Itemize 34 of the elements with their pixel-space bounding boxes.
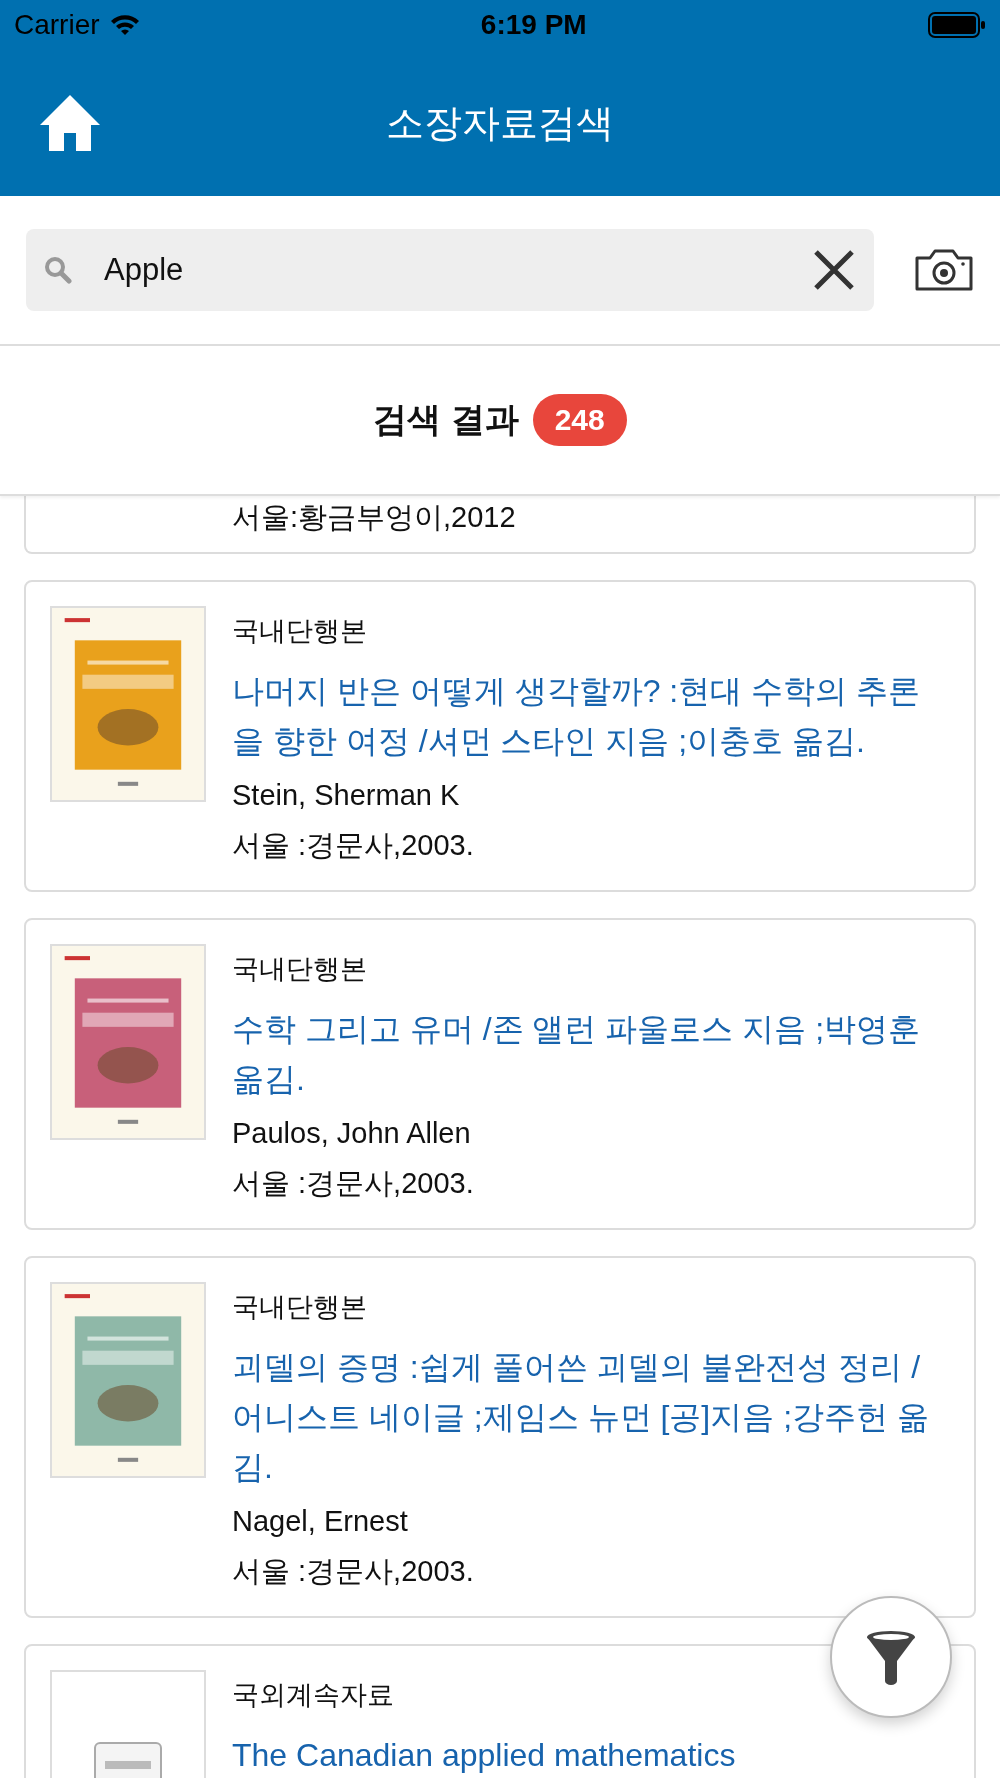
carrier-label: Carrier	[14, 9, 100, 41]
result-imprint: 서울 :경문사,2003.	[232, 1554, 474, 1589]
result-type: 국내단행본	[232, 615, 367, 648]
result-type: 국내단행본	[232, 1291, 367, 1324]
search-input[interactable]: Apple	[102, 251, 782, 289]
result-title-link[interactable]: 수학 그리고 유머 /존 앨런 파울로스 지음 ;박영훈 옮김.	[232, 1004, 940, 1104]
clear-button[interactable]	[812, 248, 856, 292]
screen-title: 소장자료검색	[386, 100, 614, 146]
result-card[interactable]: 국외계속자료 The Canadian applied mathematics	[24, 1644, 976, 1778]
result-type: 국내단행본	[232, 953, 367, 986]
search-field[interactable]: Apple	[26, 229, 874, 311]
result-card[interactable]: 서울:황금부엉이,2012	[24, 496, 976, 554]
result-imprint: 서울 :경문사,2003.	[232, 1166, 474, 1201]
result-author: Nagel, Ernest	[232, 1504, 408, 1539]
result-imprint: 서울 :경문사,2003.	[232, 828, 474, 863]
wifi-icon	[109, 14, 140, 36]
filter-icon	[864, 1629, 918, 1685]
status-time: 6:19 PM	[480, 9, 587, 41]
home-button[interactable]	[38, 93, 102, 153]
results-label: 검색 결과	[373, 399, 519, 440]
result-title-link[interactable]: 나머지 반은 어떻게 생각할까? :현대 수학의 추론을 향한 여정 /셔먼 스타인 지음 ;이충호 옮김.	[232, 666, 940, 766]
camera-button[interactable]	[914, 248, 974, 292]
battery-icon	[928, 12, 986, 38]
search-icon	[44, 256, 72, 284]
result-card[interactable]: 국내단행본 나머지 반은 어떻게 생각할까? :현대 수학의 추론을 향한 여정 /셔먼 스타인 지음 ;이충호 옮김. Stein, Sherman K 서울 :경문사,2003.	[24, 580, 976, 892]
result-imprint: 서울:황금부엉이,2012	[232, 500, 516, 535]
result-author: Stein, Sherman K	[232, 778, 460, 813]
result-title-link[interactable]: The Canadian applied mathematics	[232, 1730, 736, 1778]
result-type: 국외계속자료	[232, 1679, 394, 1712]
result-title-link[interactable]: 괴델의 증명 :쉽게 풀어쓴 괴델의 불완전성 정리 /어니스트 네이글 ;제임스 뉴먼 [공]지음 ;강주헌 옮김.	[232, 1342, 940, 1492]
result-card[interactable]: 국내단행본 괴델의 증명 :쉽게 풀어쓴 괴델의 불완전성 정리 /어니스트 네이글 ;제임스 뉴먼 [공]지음 ;강주헌 옮김. Nagel, Ernest 서울 :경문사,2003.	[24, 1256, 976, 1618]
result-count: 248	[532, 394, 627, 446]
result-author: Paulos, John Allen	[232, 1116, 471, 1151]
result-card[interactable]: 국내단행본 수학 그리고 유머 /존 앨런 파울로스 지음 ;박영훈 옮김. Paulos, John Allen 서울 :경문사,2003.	[24, 918, 976, 1230]
